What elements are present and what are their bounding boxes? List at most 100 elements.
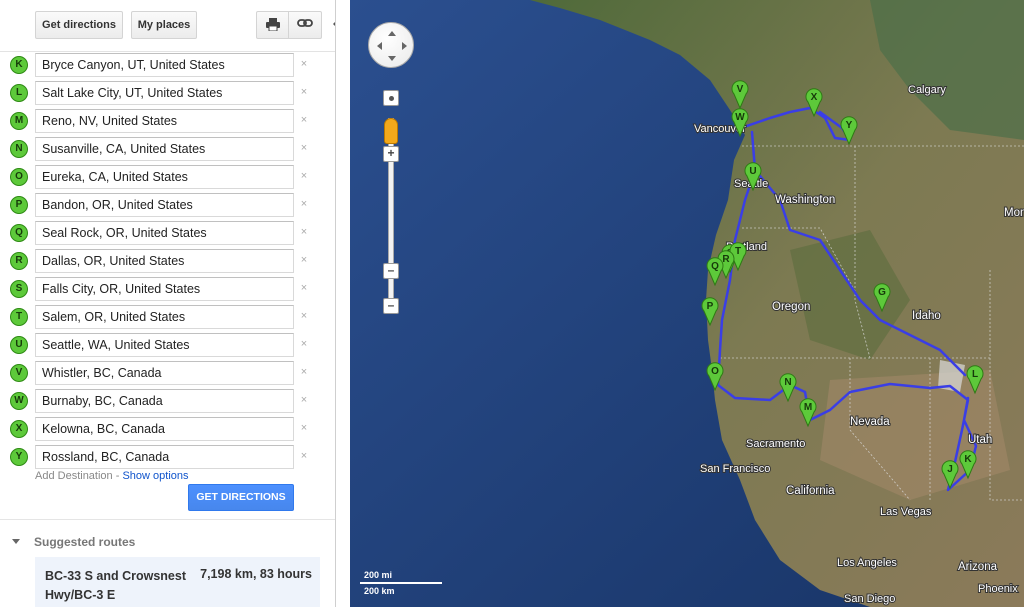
destination-marker-icon: R [10,252,28,270]
remove-destination-icon[interactable]: × [299,254,309,266]
scale-bar [360,582,442,584]
remove-destination-icon[interactable]: × [299,338,309,350]
satellite-map[interactable]: CalgaryVancouverSeattleWashingtonPortlan… [350,0,1024,607]
destination-input[interactable] [35,417,294,441]
destination-input[interactable] [35,137,294,161]
svg-text:O: O [711,366,719,377]
zoom-out-button[interactable]: – [383,298,399,314]
map-scale: 200 mi 200 km [356,568,446,597]
route-name: BC-33 S and Crowsnest Hwy/BC-3 E [45,569,187,602]
suggested-routes-header[interactable]: Suggested routes [12,535,135,549]
get-directions-tab-button[interactable]: Get directions [35,11,123,39]
destination-marker-icon: T [10,308,28,326]
pegman-street-view-icon[interactable] [384,118,398,144]
map-label: Phoenix [978,583,1018,595]
map-label: Oregon [772,301,810,313]
destination-marker-icon: O [10,168,28,186]
svg-text:V: V [737,84,744,95]
suggested-routes-label: Suggested routes [34,535,136,549]
printer-icon [265,18,280,32]
svg-text:X: X [811,92,818,103]
my-places-button[interactable]: My places [131,11,197,39]
destination-row: O× [0,164,335,192]
destination-marker-icon: Q [10,224,28,242]
remove-destination-icon[interactable]: × [299,450,309,462]
destination-input[interactable] [35,305,294,329]
remove-destination-icon[interactable]: × [299,198,309,210]
destination-input[interactable] [35,389,294,413]
remove-destination-icon[interactable]: × [299,394,309,406]
map-label: Washington [775,194,835,206]
destination-marker-icon: U [10,336,28,354]
show-options-link[interactable]: Show options [122,470,188,482]
caret-down-icon [12,539,20,545]
zoom-in-button[interactable]: + [383,146,399,162]
destination-input[interactable] [35,221,294,245]
destination-input[interactable] [35,277,294,301]
remove-destination-icon[interactable]: × [299,114,309,126]
get-directions-submit-button[interactable]: GET DIRECTIONS [188,484,294,511]
svg-text:G: G [878,287,886,298]
svg-text:L: L [972,369,978,380]
remove-destination-icon[interactable]: × [299,310,309,322]
remove-destination-icon[interactable]: × [299,58,309,70]
svg-text:Y: Y [846,120,853,131]
map-label: Arizona [958,561,998,573]
remove-destination-icon[interactable]: × [299,422,309,434]
destination-marker-icon: S [10,280,28,298]
destination-row: V× [0,360,335,388]
destination-input[interactable] [35,165,294,189]
map-label: San Francisco [700,463,770,475]
destination-row: U× [0,332,335,360]
dot-icon [388,96,394,101]
map-label: California [786,485,835,497]
map-label: Las Vegas [880,506,932,518]
route-option-card[interactable]: BC-33 S and Crowsnest Hwy/BC-3 E 7,198 k… [35,557,320,607]
destination-row: L× [0,80,335,108]
svg-text:K: K [964,454,972,465]
destination-marker-icon: K [10,56,28,74]
destination-input[interactable] [35,193,294,217]
add-destination-link[interactable]: Add Destination [35,470,113,482]
remove-destination-icon[interactable]: × [299,142,309,154]
map-label: Calgary [908,84,946,96]
directions-panel: Get directions My places K×L×M×N×O×P×Q×R… [0,0,336,607]
destination-row: R× [0,248,335,276]
destination-row: Q× [0,220,335,248]
remove-destination-icon[interactable]: × [299,170,309,182]
remove-destination-icon[interactable]: × [299,282,309,294]
print-button[interactable] [256,11,289,39]
destination-row: K× [0,52,335,80]
map-label: San Diego [844,593,895,605]
destination-row: S× [0,276,335,304]
destination-marker-icon: W [10,392,28,410]
svg-text:R: R [722,254,730,265]
destination-input[interactable] [35,445,294,469]
destination-input[interactable] [35,361,294,385]
destination-input[interactable] [35,249,294,273]
remove-destination-icon[interactable]: × [299,86,309,98]
map-label: Nevada [850,416,890,428]
destination-row: T× [0,304,335,332]
destination-input[interactable] [35,109,294,133]
divider [0,519,335,520]
remove-destination-icon[interactable]: × [299,226,309,238]
destination-input[interactable] [35,53,294,77]
map-label: Los Angeles [837,557,897,569]
collapse-panel-arrow-icon[interactable] [333,18,335,30]
map-label: Utah [968,434,992,446]
scale-mi: 200 mi [364,570,393,580]
destination-input[interactable] [35,81,294,105]
destination-input[interactable] [35,333,294,357]
map-canvas: CalgaryVancouverSeattleWashingtonPortlan… [350,0,1024,607]
link-button[interactable] [288,11,322,39]
map-label: Mont [1004,207,1024,219]
pan-control[interactable] [368,22,414,68]
remove-destination-icon[interactable]: × [299,366,309,378]
map-label: Idaho [912,310,941,322]
zoom-reset-button[interactable] [383,90,399,106]
zoom-slider-handle[interactable]: – [383,263,399,279]
svg-text:N: N [784,377,791,388]
separator: - [112,470,123,482]
svg-text:M: M [804,402,812,413]
